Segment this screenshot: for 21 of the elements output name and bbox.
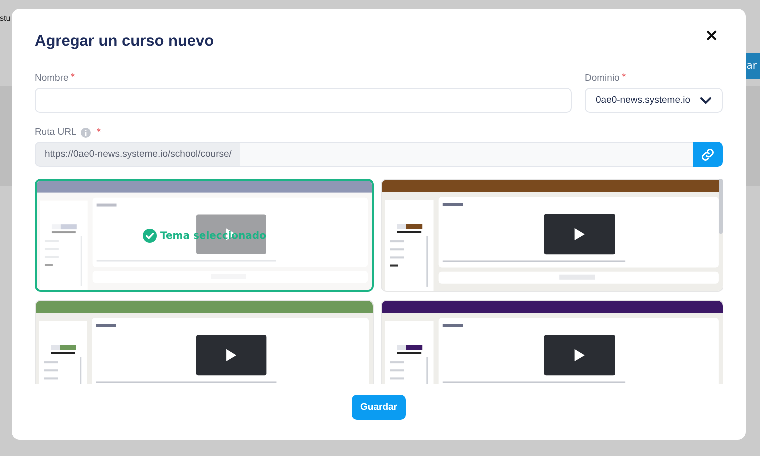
link-button[interactable]: [693, 142, 723, 167]
required-mark: *: [70, 73, 76, 83]
theme-card[interactable]: [381, 300, 723, 384]
url-path-field[interactable]: [240, 142, 693, 167]
page-title: stu: [0, 14, 11, 23]
info-icon[interactable]: [80, 128, 91, 138]
field-label: Dominio: [585, 73, 620, 84]
link-icon: [701, 148, 715, 162]
domain-select[interactable]: 0ae0-news.systeme.io: [585, 88, 723, 113]
close-button[interactable]: ×: [700, 26, 723, 46]
dialog-title: Agregar un curso nuevo: [35, 32, 214, 51]
scrollbar-thumb[interactable]: [719, 179, 723, 234]
name-field[interactable]: [35, 88, 572, 113]
field-label: Ruta URL: [35, 127, 77, 138]
theme-card[interactable]: [35, 300, 374, 384]
check-icon: [142, 229, 157, 243]
url-prefix: https://0ae0-news.systeme.io/school/course/: [35, 142, 240, 167]
field-label: Nombre: [35, 73, 69, 84]
required-mark: *: [96, 128, 102, 138]
chevron-down-icon: [700, 96, 712, 104]
required-mark: *: [622, 73, 626, 83]
